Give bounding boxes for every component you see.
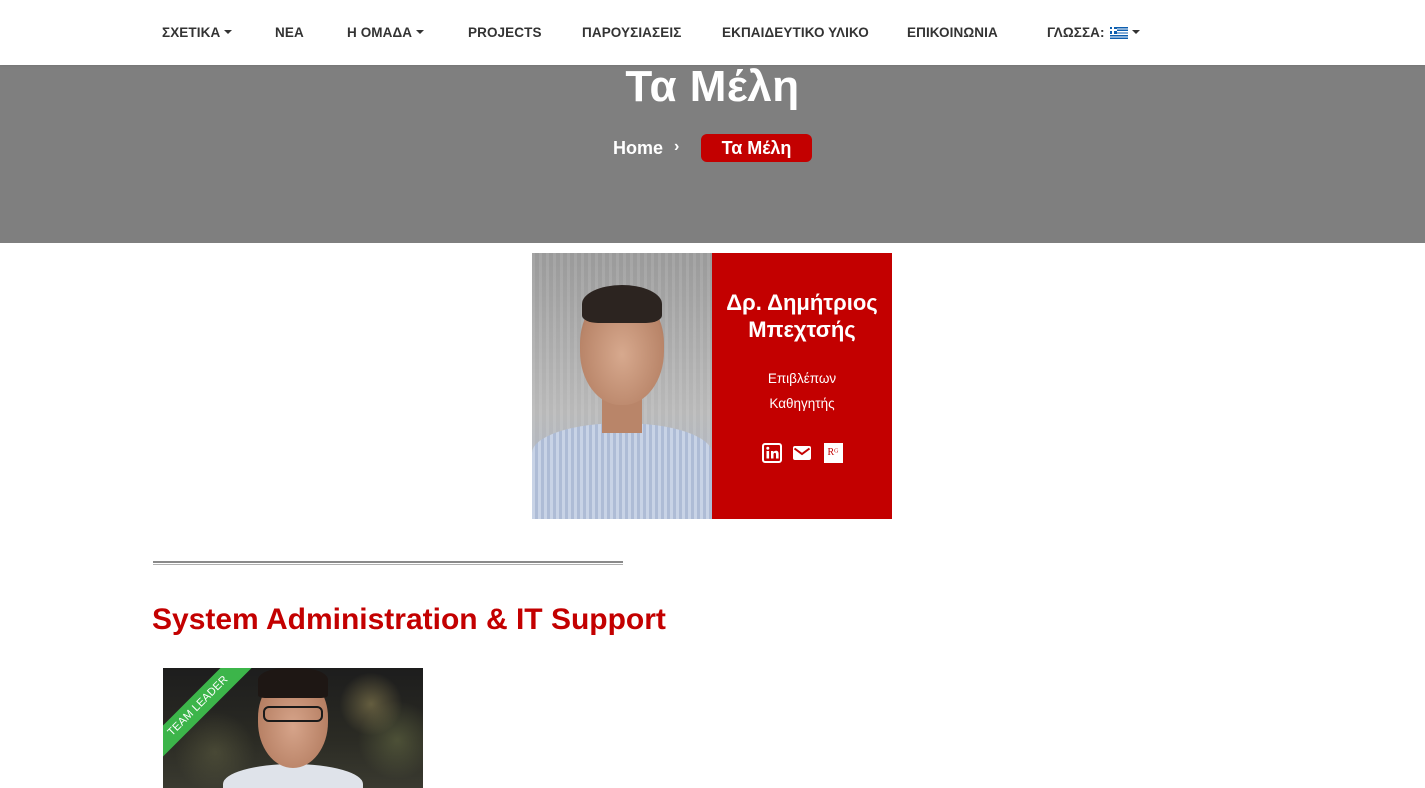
section-heading: System Administration & IT Support <box>152 603 666 636</box>
breadcrumb-home-link[interactable]: Home <box>613 138 663 159</box>
nav-item-contact[interactable]: ΕΠΙΚΟΙΝΩΝΙΑ <box>907 25 998 40</box>
breadcrumb-current: Τα Μέλη <box>701 134 812 162</box>
language-label: ΓΛΩΣΣΑ: <box>1047 25 1105 40</box>
team-leader-badge: TEAM LEADER <box>163 668 252 758</box>
nav-item-label: ΣΧΕΤΙΚΑ <box>162 25 221 40</box>
nav-item-presentations[interactable]: ΠΑΡΟΥΣΙΑΣΕΙΣ <box>582 25 681 40</box>
supervisor-photo <box>532 253 712 519</box>
nav-item-label: ΠΑΡΟΥΣΙΑΣΕΙΣ <box>582 25 682 40</box>
section-divider <box>153 561 623 565</box>
caret-down-icon <box>416 29 425 34</box>
nav-item-news[interactable]: ΝΕΑ <box>275 25 304 40</box>
nav-item-label: ΕΠΙΚΟΙΝΩΝΙΑ <box>907 25 998 40</box>
nav-item-team[interactable]: Η ΟΜΑΔΑ <box>347 25 425 40</box>
nav-item-label: ΝΕΑ <box>275 25 304 40</box>
language-dropdown[interactable]: ΓΛΩΣΣΑ: <box>1047 25 1140 40</box>
nav-item-educational-material[interactable]: ΕΚΠΑΙΔΕΥΤΙΚΟ ΥΛΙΚΟ <box>722 25 869 40</box>
page-title: Τα Μέλη <box>625 62 800 111</box>
email-icon[interactable] <box>792 442 813 463</box>
greek-flag-icon <box>1109 26 1128 39</box>
nav-item-label: PROJECTS <box>468 25 542 40</box>
researchgate-glyph: Rᴳ <box>823 442 843 463</box>
nav-item-label: ΕΚΠΑΙΔΕΥΤΙΚΟ ΥΛΙΚΟ <box>722 25 869 40</box>
top-navbar: ΣΧΕΤΙΚΑ ΝΕΑ Η ΟΜΑΔΑ PROJECTS ΠΑΡΟΥΣΙΑΣΕΙ… <box>0 0 1425 65</box>
nav-item-about[interactable]: ΣΧΕΤΙΚΑ <box>162 25 233 40</box>
supervisor-card: Δρ. Δημήτριος Μπεχτσής Επιβλέπων Καθηγητ… <box>532 253 892 519</box>
researchgate-icon[interactable]: Rᴳ <box>822 442 843 463</box>
linkedin-icon[interactable] <box>762 442 783 463</box>
supervisor-info: Δρ. Δημήτριος Μπεχτσής Επιβλέπων Καθηγητ… <box>712 253 892 519</box>
team-leader-ribbon: TEAM LEADER <box>163 668 253 758</box>
supervisor-name: Δρ. Δημήτριος Μπεχτσής <box>726 290 878 342</box>
nav-item-label: Η ΟΜΑΔΑ <box>347 25 413 40</box>
nav-item-projects[interactable]: PROJECTS <box>468 25 542 40</box>
caret-down-icon <box>1131 29 1140 34</box>
caret-down-icon <box>224 29 233 34</box>
breadcrumb-chevron-icon: › <box>674 138 680 155</box>
supervisor-role: Επιβλέπων Καθηγητής <box>767 371 837 411</box>
social-links: Rᴳ <box>712 442 892 463</box>
